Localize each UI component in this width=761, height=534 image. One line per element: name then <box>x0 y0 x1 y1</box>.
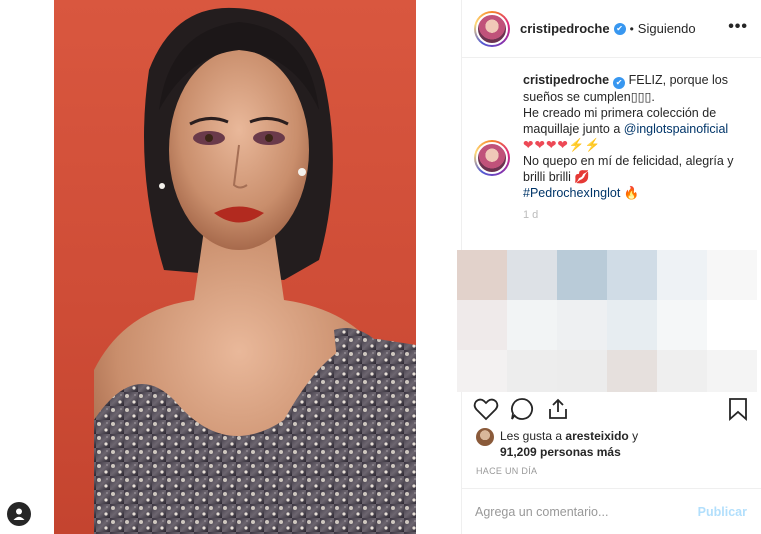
more-options-icon[interactable]: ••• <box>728 18 748 36</box>
caption-text: cristipedroche ✔ FELIZ, porque los sueños… <box>523 72 754 201</box>
liker-avatar[interactable] <box>476 428 494 446</box>
comment-input[interactable]: Agrega un comentario... <box>475 505 608 519</box>
caption-line1-emoji: ▯▯▯. <box>630 90 655 104</box>
post-header: cristipedroche ✔ • Siguiendo ••• <box>462 0 761 58</box>
caption-username[interactable]: cristipedroche <box>523 73 609 87</box>
caption-verified-icon: ✔ <box>613 77 626 89</box>
hashtag-link[interactable]: #PedrochexInglot <box>523 186 620 200</box>
fire-emoji: 🔥 <box>623 186 640 200</box>
caption-time: 1 d <box>523 209 539 221</box>
blurred-comments <box>457 232 761 392</box>
comment-icon[interactable] <box>510 397 534 421</box>
liker-username[interactable]: aresteixido <box>565 429 628 443</box>
user-icon <box>13 508 25 520</box>
comment-box: Agrega un comentario... Publicar <box>461 488 761 534</box>
bolts-emoji: ⚡⚡ <box>568 138 601 152</box>
heart-icon[interactable] <box>473 397 499 421</box>
lips-emoji: 💋 <box>574 170 590 184</box>
post-photo[interactable] <box>54 0 416 534</box>
verified-badge-icon: ✔ <box>613 22 626 35</box>
caption-author-avatar[interactable] <box>474 140 510 176</box>
share-icon[interactable] <box>546 397 570 421</box>
following-button[interactable]: Siguiendo <box>638 21 696 36</box>
separator-dot: • <box>629 21 634 36</box>
hearts-emoji: ❤❤❤❤ <box>523 138 569 152</box>
action-bar <box>473 397 753 423</box>
publish-button[interactable]: Publicar <box>698 505 747 519</box>
portrait-image <box>94 7 416 534</box>
bookmark-icon[interactable] <box>728 397 748 421</box>
likes-count[interactable]: 91,209 personas más <box>500 445 621 459</box>
likes-prefix: Les gusta a <box>500 429 566 443</box>
post-timestamp: HACE UN DÍA <box>476 466 538 476</box>
likes-middle: y <box>628 429 639 443</box>
author-avatar[interactable] <box>474 10 510 47</box>
likes-summary: Les gusta a aresteixido y 91,209 persona… <box>476 428 746 460</box>
mention-link[interactable]: @inglotspainoficial <box>624 122 728 136</box>
author-username[interactable]: cristipedroche <box>520 21 610 36</box>
likes-text: Les gusta a aresteixido y 91,209 persona… <box>500 428 746 460</box>
caption-line3: No quepo en mí de felicidad, alegría y b… <box>523 154 734 184</box>
profile-avatar-button[interactable] <box>7 502 31 526</box>
caption: cristipedroche ✔ FELIZ, porque los sueños… <box>474 72 754 221</box>
